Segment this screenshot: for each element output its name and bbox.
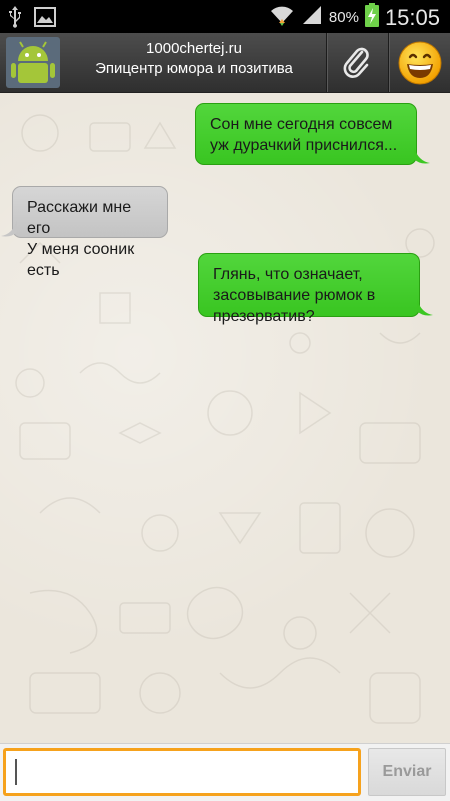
emoji-button[interactable] bbox=[390, 33, 450, 92]
android-icon bbox=[6, 37, 60, 88]
paperclip-icon bbox=[343, 47, 369, 78]
status-bar: 80% 15:05 bbox=[0, 0, 450, 33]
battery-percent: 80% bbox=[328, 9, 359, 26]
header-divider bbox=[326, 33, 327, 92]
chat-title: 1000chertej.ru bbox=[146, 40, 242, 57]
message-incoming[interactable]: Расскажи мне его У меня сооник есть bbox=[12, 186, 168, 279]
usb-icon bbox=[8, 6, 22, 33]
attach-button[interactable] bbox=[328, 33, 386, 92]
smiley-icon bbox=[398, 41, 442, 84]
contact-avatar[interactable] bbox=[6, 37, 60, 88]
bubble-tail bbox=[1, 220, 17, 237]
clock: 15:05 bbox=[384, 4, 440, 30]
signal-icon bbox=[301, 4, 323, 31]
message-outgoing[interactable]: Глянь, что означает, засовывание рюмок в… bbox=[198, 253, 420, 325]
text-caret bbox=[15, 759, 17, 785]
image-icon bbox=[34, 7, 56, 32]
send-button[interactable]: Enviar bbox=[368, 748, 446, 796]
bubble-tail bbox=[414, 147, 430, 164]
compose-bar: Enviar bbox=[0, 743, 450, 801]
chat-area[interactable]: Сон мне сегодня совсем уж дурачкий присн… bbox=[0, 93, 450, 743]
header-divider bbox=[388, 33, 389, 92]
chat-header: 1000chertej.ru Эпицентр юмора и позитива bbox=[0, 33, 450, 93]
chat-title-block[interactable]: 1000chertej.ru Эпицентр юмора и позитива bbox=[62, 39, 326, 79]
message-outgoing[interactable]: Сон мне сегодня совсем уж дурачкий присн… bbox=[195, 103, 417, 165]
message-input[interactable] bbox=[3, 748, 361, 796]
battery-charging-icon bbox=[364, 3, 379, 32]
bubble-tail bbox=[417, 299, 433, 316]
wifi-icon bbox=[269, 3, 295, 32]
chat-subtitle: Эпицентр юмора и позитива bbox=[95, 60, 293, 77]
